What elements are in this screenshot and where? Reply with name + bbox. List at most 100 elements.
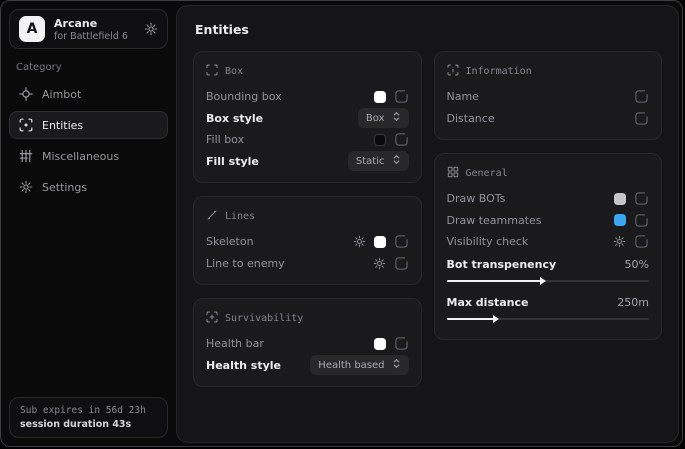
gear-icon[interactable] xyxy=(144,22,158,36)
bot-transparency-row: Bot transpenency 50% xyxy=(447,253,650,291)
row-label: Visibility check xyxy=(447,235,529,248)
general-card-header: General xyxy=(447,166,650,181)
sub-expires-text: Sub expires in 56d 23h xyxy=(20,405,157,416)
dropdown-value: Health based xyxy=(318,360,384,371)
subscription-card: Sub expires in 56d 23h session duration … xyxy=(9,397,168,438)
card-title: Survivability xyxy=(225,313,303,324)
sidebar-item-settings[interactable]: Settings xyxy=(9,173,168,201)
color-swatch[interactable] xyxy=(374,236,386,248)
row-label: Name xyxy=(447,90,479,103)
row-label: Fill box xyxy=(206,133,244,146)
sidebar-item-aimbot[interactable]: Aimbot xyxy=(9,80,168,108)
main-panel: Entities Box Bounding box xyxy=(176,5,679,443)
box-style-row: Box style Box xyxy=(206,108,409,130)
gear-icon[interactable] xyxy=(613,235,626,248)
sidebar: A Arcane for Battlefield 6 Category Aimb xyxy=(1,1,176,446)
fill-style-dropdown[interactable]: Static xyxy=(348,151,409,171)
box-card: Box Bounding box Box style xyxy=(193,51,422,183)
app-name: Arcane xyxy=(54,17,135,30)
health-cross-icon xyxy=(206,311,218,326)
row-label: Health style xyxy=(206,359,281,372)
dropdown-value: Box xyxy=(366,113,385,124)
survivability-card-header: Survivability xyxy=(206,311,409,326)
health-style-row: Health style Health based xyxy=(206,355,409,377)
checkbox[interactable] xyxy=(634,191,649,206)
page-title: Entities xyxy=(195,22,662,37)
color-swatch[interactable] xyxy=(614,214,626,226)
line-to-enemy-row: Line to enemy xyxy=(206,253,409,275)
grid-icon xyxy=(447,166,459,181)
card-title: Information xyxy=(466,66,532,77)
gear-icon[interactable] xyxy=(373,257,386,270)
chevron-updown-icon xyxy=(392,111,401,125)
sidebar-item-entities[interactable]: Entities xyxy=(9,111,168,139)
row-label: Draw BOTs xyxy=(447,192,506,205)
sidebar-item-label: Entities xyxy=(42,119,83,132)
checkbox[interactable] xyxy=(394,256,409,271)
health-style-dropdown[interactable]: Health based xyxy=(310,355,408,375)
slider-value: 250m xyxy=(617,296,649,309)
color-swatch[interactable] xyxy=(614,193,626,205)
fill-box-row: Fill box xyxy=(206,129,409,151)
row-label: Bot transpenency xyxy=(447,258,557,271)
general-card: General Draw BOTs Draw teammates xyxy=(434,153,663,340)
box-corners-icon xyxy=(206,64,218,79)
checkbox[interactable] xyxy=(634,213,649,228)
row-label: Health bar xyxy=(206,337,264,350)
color-swatch[interactable] xyxy=(374,134,386,146)
card-title: General xyxy=(466,168,508,179)
checkbox[interactable] xyxy=(394,234,409,249)
sidebar-item-miscellaneous[interactable]: Miscellaneous xyxy=(9,142,168,170)
row-label: Line to enemy xyxy=(206,257,285,270)
slider-value: 50% xyxy=(625,258,649,271)
right-column: Information Name Distance xyxy=(434,51,663,400)
left-column: Box Bounding box Box style xyxy=(193,51,422,400)
checkbox[interactable] xyxy=(634,234,649,249)
sliders-icon xyxy=(19,149,33,163)
checkbox[interactable] xyxy=(394,89,409,104)
sidebar-item-label: Miscellaneous xyxy=(42,150,119,163)
app-logo: A xyxy=(19,16,45,42)
max-distance-slider[interactable] xyxy=(447,318,650,320)
visibility-check-row: Visibility check xyxy=(447,231,650,253)
gear-icon[interactable] xyxy=(353,235,366,248)
checkbox[interactable] xyxy=(634,89,649,104)
checkbox[interactable] xyxy=(394,132,409,147)
row-label: Bounding box xyxy=(206,90,282,103)
distance-row: Distance xyxy=(447,108,650,130)
name-row: Name xyxy=(447,86,650,108)
chevron-updown-icon xyxy=(392,358,401,372)
sidebar-item-label: Aimbot xyxy=(42,88,81,101)
line-icon xyxy=(206,209,218,224)
box-card-header: Box xyxy=(206,64,409,79)
fill-style-row: Fill style Static xyxy=(206,151,409,173)
app-subtitle: for Battlefield 6 xyxy=(54,31,135,42)
row-label: Box style xyxy=(206,112,263,125)
lines-card: Lines Skeleton xyxy=(193,196,422,285)
color-swatch[interactable] xyxy=(374,338,386,350)
box-style-dropdown[interactable]: Box xyxy=(358,108,409,128)
survivability-card: Survivability Health bar Health style xyxy=(193,298,422,387)
scan-eye-icon xyxy=(19,118,33,132)
row-label: Draw teammates xyxy=(447,214,542,227)
card-title: Box xyxy=(225,66,243,77)
draw-teammates-row: Draw teammates xyxy=(447,210,650,232)
checkbox[interactable] xyxy=(634,111,649,126)
slider-fill xyxy=(447,318,496,320)
app-window: A Arcane for Battlefield 6 Category Aimb xyxy=(0,0,683,447)
row-label: Skeleton xyxy=(206,235,254,248)
skeleton-row: Skeleton xyxy=(206,231,409,253)
dropdown-value: Static xyxy=(356,156,385,167)
crosshair-icon xyxy=(19,87,33,101)
session-duration-text: session duration 43s xyxy=(20,419,157,430)
bot-transparency-slider[interactable] xyxy=(447,280,650,282)
category-label: Category xyxy=(16,62,161,73)
app-header-card: A Arcane for Battlefield 6 xyxy=(9,9,168,49)
row-label: Distance xyxy=(447,112,495,125)
chevron-updown-icon xyxy=(392,154,401,168)
lines-card-header: Lines xyxy=(206,209,409,224)
checkbox[interactable] xyxy=(394,336,409,351)
color-swatch[interactable] xyxy=(374,91,386,103)
row-label: Fill style xyxy=(206,155,259,168)
row-label: Max distance xyxy=(447,296,529,309)
